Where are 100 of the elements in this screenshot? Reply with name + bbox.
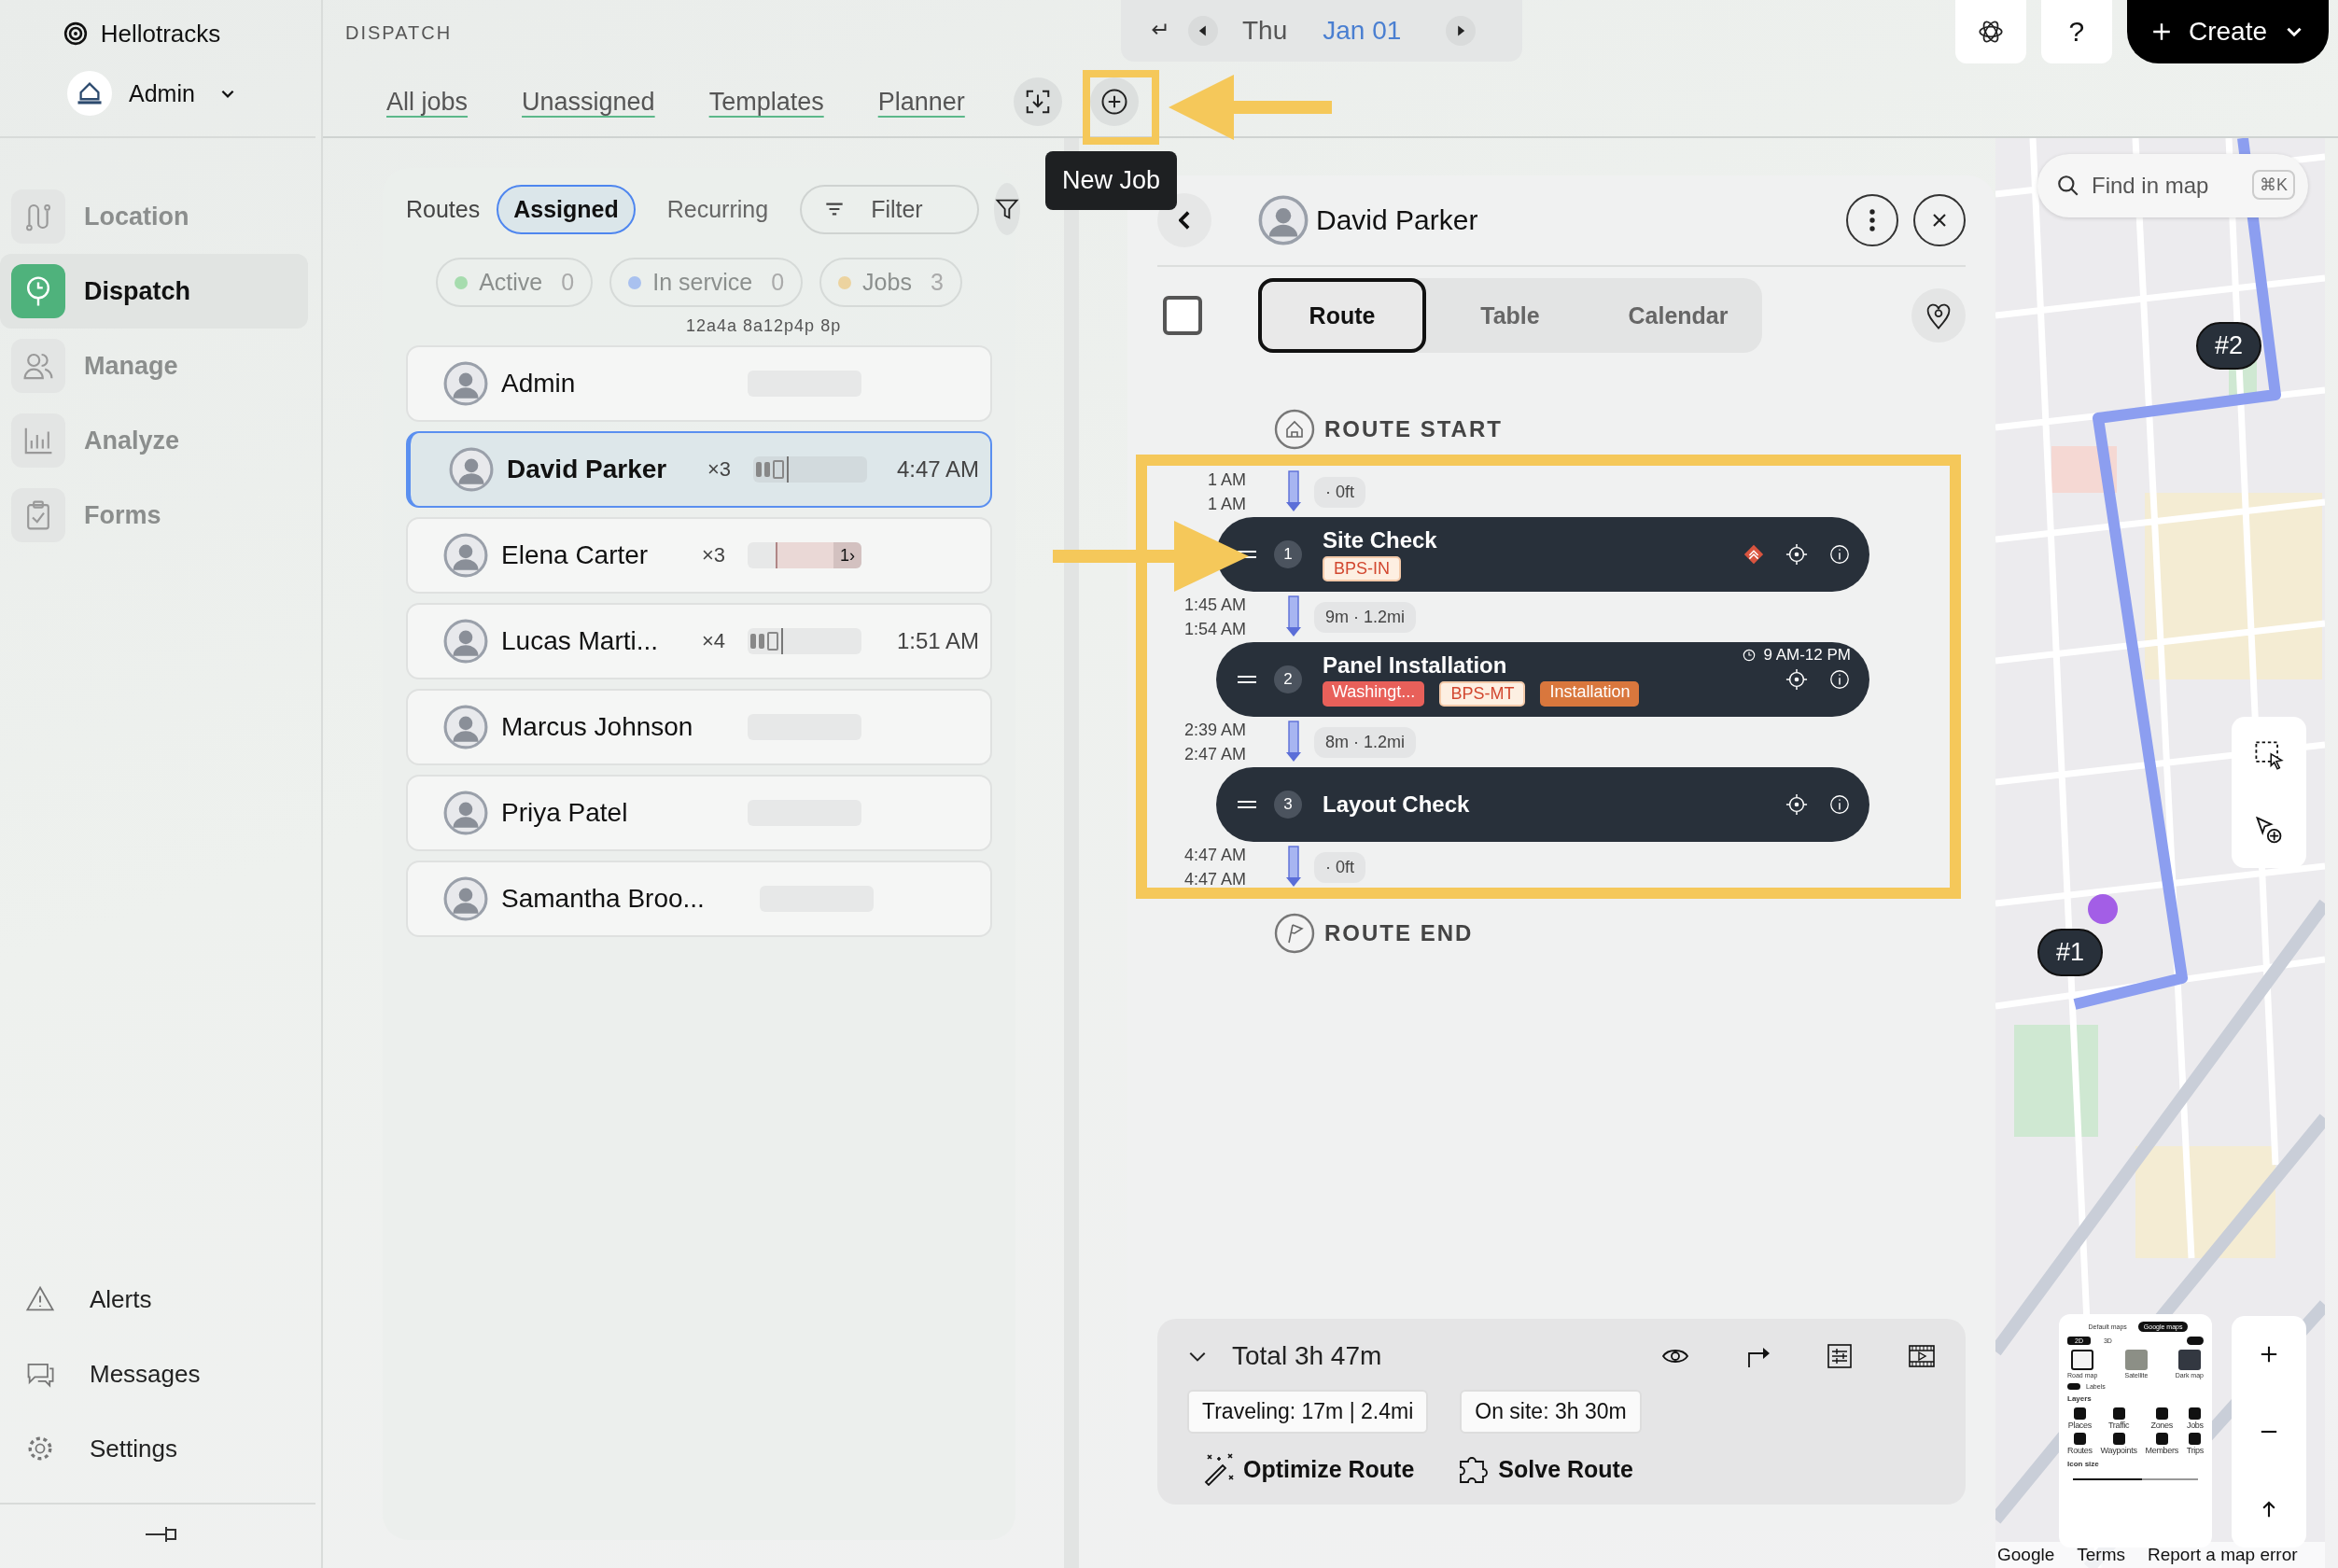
driver-row[interactable]: David Parker ×3 4:47 AM xyxy=(406,431,992,508)
mode-tab[interactable]: Assigned xyxy=(497,184,636,234)
driver-row[interactable]: Priya Patel xyxy=(406,775,992,851)
toggle-switch[interactable] xyxy=(2187,1337,2204,1345)
nav-item[interactable]: Alerts xyxy=(24,1262,267,1337)
travel-chip: 8m · 1.2mi xyxy=(1314,726,1417,758)
nav-item[interactable]: Messages xyxy=(24,1337,267,1411)
travel-chip: · 0ft xyxy=(1314,851,1365,883)
nav-tab[interactable]: Templates xyxy=(708,87,824,117)
toggle-switch[interactable] xyxy=(2067,1383,2080,1390)
driver-row[interactable]: Marcus Johnson xyxy=(406,689,992,765)
job-card[interactable]: 1 Site Check BPS-IN xyxy=(1216,517,1869,592)
close-button[interactable] xyxy=(1913,194,1966,246)
avatar-icon xyxy=(443,876,488,921)
plus-circle-icon xyxy=(1099,88,1128,116)
arrival-time: 2:39 AM xyxy=(1183,720,1246,741)
view-tab[interactable]: Route xyxy=(1258,278,1426,353)
info-icon[interactable] xyxy=(1828,668,1851,691)
nav-tab[interactable]: Unassigned xyxy=(522,87,655,117)
driver-name: Marcus Johnson xyxy=(501,711,694,743)
job-tag: Washingt... xyxy=(1323,681,1425,707)
arrival-time: 1 AM xyxy=(1207,469,1246,491)
locate-icon[interactable] xyxy=(1785,668,1808,691)
routes-label: Routes xyxy=(406,195,481,223)
arrival-time: 4:47 AM xyxy=(1183,845,1246,866)
drag-handle-icon[interactable] xyxy=(1237,800,1257,809)
time-axis: 12a4a 8a12p4p 8p xyxy=(686,316,843,336)
driver-row[interactable]: Lucas Marti... ×4 1:51 AM xyxy=(406,603,992,679)
status-label: In service xyxy=(652,269,753,296)
layer-option[interactable]: Members xyxy=(2145,1433,2178,1455)
avatar-icon xyxy=(449,447,494,492)
search-icon xyxy=(2056,174,2080,198)
driver-row[interactable]: Admin xyxy=(406,345,992,422)
driver-name: Samantha Broo... xyxy=(501,883,706,915)
assistant-button[interactable] xyxy=(1954,0,2026,63)
optimize-route-button[interactable]: Optimize Route xyxy=(1202,1452,1415,1486)
next-day-button[interactable] xyxy=(1446,16,1477,46)
layer-option[interactable]: Waypoints xyxy=(2100,1433,2137,1455)
avatar-icon xyxy=(443,791,488,835)
info-icon[interactable] xyxy=(1828,793,1851,816)
departure-time: 1 AM xyxy=(1207,494,1246,515)
map-footer-link[interactable]: Google xyxy=(1997,1545,2055,1565)
total-duration: Total 3h 47m xyxy=(1232,1341,1382,1371)
drag-handle-icon[interactable] xyxy=(1237,675,1257,684)
stop-number: 2 xyxy=(1274,665,1302,693)
previous-day-button[interactable] xyxy=(1188,16,1218,46)
departure-time: 4:47 AM xyxy=(1183,869,1246,890)
driver-name: David Parker xyxy=(507,454,668,485)
select-checkbox[interactable] xyxy=(1163,296,1202,335)
job-card[interactable]: 3 Layout Check xyxy=(1216,767,1869,842)
nav-tab[interactable]: Planner xyxy=(877,87,965,117)
locate-icon[interactable] xyxy=(1785,793,1808,816)
view-tab[interactable]: Calendar xyxy=(1594,278,1762,353)
status-count: 0 xyxy=(561,269,575,296)
more-button[interactable] xyxy=(1846,194,1898,246)
job-tag: BPS-IN xyxy=(1323,556,1401,581)
solve-route-button[interactable]: Solve Route xyxy=(1457,1452,1633,1486)
driver-name: Elena Carter xyxy=(501,539,650,571)
chevron-left-icon xyxy=(1179,211,1190,230)
layer-option[interactable]: Routes xyxy=(2067,1433,2093,1455)
locate-icon[interactable] xyxy=(1785,543,1808,566)
job-title: Layout Check xyxy=(1323,791,1470,818)
driver-row[interactable]: Elena Carter ×3 1› xyxy=(406,517,992,594)
filter-button[interactable]: Filter xyxy=(800,184,979,234)
plus-icon xyxy=(2150,21,2172,42)
nav-item[interactable]: Dispatch xyxy=(0,254,308,329)
layer-option[interactable]: Zones xyxy=(2145,1407,2178,1430)
view-tab[interactable]: Table xyxy=(1426,278,1594,353)
nav-item[interactable]: Settings xyxy=(24,1411,267,1486)
map-footer-link[interactable]: Terms xyxy=(2077,1545,2125,1565)
section-title: DISPATCH xyxy=(344,21,454,44)
driver-row[interactable]: Samantha Broo... xyxy=(406,861,992,937)
map-footer-link[interactable]: Report a map error xyxy=(2148,1545,2298,1565)
travel-summary: Traveling: 17m | 2.4mi xyxy=(1187,1390,1429,1434)
status-count: 3 xyxy=(930,269,944,296)
sliders-icon[interactable] xyxy=(1826,1342,1854,1370)
job-tag: Installation xyxy=(1540,681,1640,707)
layer-option[interactable]: Jobs xyxy=(2186,1407,2204,1430)
mode-tab[interactable]: Recurring xyxy=(650,184,786,234)
avatar-icon xyxy=(1258,195,1309,245)
nav-tab[interactable]: All jobs xyxy=(386,87,469,117)
layer-option[interactable]: Traffic xyxy=(2100,1407,2137,1430)
film-icon[interactable] xyxy=(1908,1342,1936,1370)
create-button[interactable]: Create xyxy=(2126,0,2329,63)
avatar-icon xyxy=(443,619,488,664)
status-label: Jobs xyxy=(862,269,912,296)
info-icon[interactable] xyxy=(1828,543,1851,566)
job-count: ×3 xyxy=(707,457,733,482)
layer-option[interactable]: Places xyxy=(2067,1407,2093,1430)
account-switcher[interactable]: Admin xyxy=(67,71,245,116)
layers-title: Layers xyxy=(2067,1394,2093,1403)
add-button[interactable] xyxy=(1089,77,1139,126)
stop-number: 1 xyxy=(1274,540,1302,568)
job-card[interactable]: 2 Panel Installation Washingt... BPS-MT Installation 9 AM-12 PM xyxy=(1216,642,1869,717)
box-select-icon[interactable] xyxy=(2253,738,2285,771)
logo-icon xyxy=(63,21,88,46)
layer-option[interactable]: Trips xyxy=(2186,1433,2204,1455)
onsite-summary: On site: 3h 30m xyxy=(1460,1390,1642,1434)
status-count: 0 xyxy=(771,269,785,296)
help-button[interactable]: ? xyxy=(2040,0,2112,63)
